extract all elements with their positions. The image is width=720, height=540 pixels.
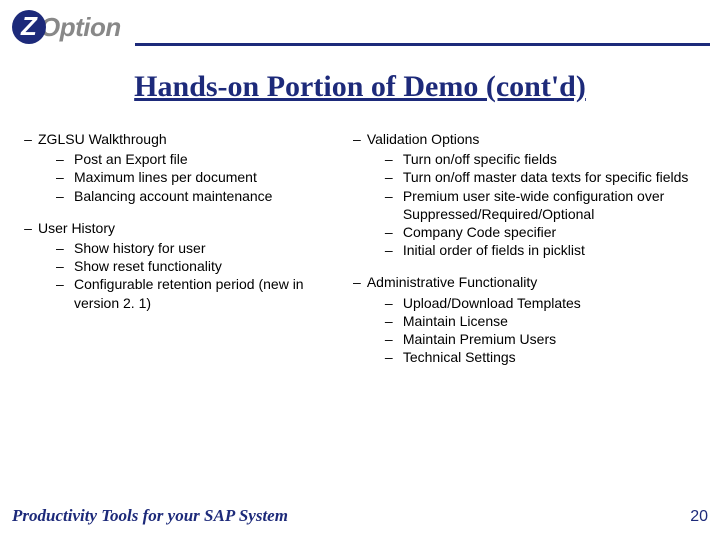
- bullet-dash-icon: –: [385, 330, 403, 348]
- list-item: –Initial order of fields in picklist: [385, 241, 702, 259]
- list-item: –Maintain Premium Users: [385, 330, 702, 348]
- content-area: – ZGLSU Walkthrough –Post an Export file…: [18, 130, 702, 380]
- bullet-dash-icon: –: [385, 187, 403, 223]
- list-item-text: Maximum lines per document: [74, 168, 257, 186]
- bullet-dash-icon: –: [385, 241, 403, 259]
- bullet-dash-icon: –: [56, 257, 74, 275]
- list-item-text: Configurable retention period (new in ve…: [74, 275, 327, 311]
- left-column: – ZGLSU Walkthrough –Post an Export file…: [18, 130, 327, 380]
- right-column: – Validation Options –Turn on/off specif…: [347, 130, 702, 380]
- page-number: 20: [690, 508, 708, 526]
- list-item: –Post an Export file: [56, 150, 327, 168]
- list-section: – ZGLSU Walkthrough –Post an Export file…: [18, 130, 327, 205]
- section-label: Validation Options: [367, 130, 480, 148]
- bullet-dash-icon: –: [385, 348, 403, 366]
- list-item-text: Post an Export file: [74, 150, 188, 168]
- bullet-dash-icon: –: [385, 312, 403, 330]
- list-item: –Turn on/off specific fields: [385, 150, 702, 168]
- list-item-text: Turn on/off specific fields: [403, 150, 557, 168]
- logo-text: Option: [40, 12, 121, 43]
- page-title: Hands-on Portion of Demo (cont'd): [0, 70, 720, 104]
- list-item: –Balancing account maintenance: [56, 187, 327, 205]
- list-item: –Show reset functionality: [56, 257, 327, 275]
- header-rule: [135, 43, 710, 46]
- bullet-dash-icon: –: [56, 275, 74, 311]
- list-item-text: Maintain License: [403, 312, 508, 330]
- bullet-dash-icon: –: [385, 294, 403, 312]
- list-item: –Technical Settings: [385, 348, 702, 366]
- bullet-dash-icon: –: [56, 150, 74, 168]
- bullet-dash-icon: –: [56, 187, 74, 205]
- list-item: –Configurable retention period (new in v…: [56, 275, 327, 311]
- list-item-text: Technical Settings: [403, 348, 516, 366]
- bullet-dash-icon: –: [347, 273, 367, 291]
- bullet-dash-icon: –: [347, 130, 367, 148]
- logo-z-icon: [12, 10, 46, 44]
- list-section: – User History –Show history for user –S…: [18, 219, 327, 312]
- bullet-dash-icon: –: [385, 168, 403, 186]
- list-item-text: Balancing account maintenance: [74, 187, 272, 205]
- list-item: –Maximum lines per document: [56, 168, 327, 186]
- list-item: –Maintain License: [385, 312, 702, 330]
- bullet-dash-icon: –: [18, 219, 38, 237]
- bullet-dash-icon: –: [18, 130, 38, 148]
- section-label: Administrative Functionality: [367, 273, 537, 291]
- list-section: – Validation Options –Turn on/off specif…: [347, 130, 702, 259]
- section-label: ZGLSU Walkthrough: [38, 130, 167, 148]
- logo: Option: [12, 10, 121, 44]
- bullet-dash-icon: –: [56, 168, 74, 186]
- section-label: User History: [38, 219, 115, 237]
- bullet-dash-icon: –: [385, 150, 403, 168]
- footer-tagline: Productivity Tools for your SAP System: [12, 506, 288, 526]
- list-item-text: Upload/Download Templates: [403, 294, 581, 312]
- list-section: – Administrative Functionality –Upload/D…: [347, 273, 702, 366]
- list-item-text: Company Code specifier: [403, 223, 556, 241]
- list-item: –Premium user site-wide configuration ov…: [385, 187, 702, 223]
- list-item-text: Premium user site-wide configuration ove…: [403, 187, 702, 223]
- list-item-text: Show reset functionality: [74, 257, 222, 275]
- list-item-text: Turn on/off master data texts for specif…: [403, 168, 689, 186]
- list-item-text: Show history for user: [74, 239, 206, 257]
- list-item: –Show history for user: [56, 239, 327, 257]
- footer: Productivity Tools for your SAP System 2…: [12, 506, 708, 526]
- bullet-dash-icon: –: [56, 239, 74, 257]
- bullet-dash-icon: –: [385, 223, 403, 241]
- list-item-text: Maintain Premium Users: [403, 330, 556, 348]
- list-item: –Turn on/off master data texts for speci…: [385, 168, 702, 186]
- list-item: –Company Code specifier: [385, 223, 702, 241]
- list-item: –Upload/Download Templates: [385, 294, 702, 312]
- list-item-text: Initial order of fields in picklist: [403, 241, 585, 259]
